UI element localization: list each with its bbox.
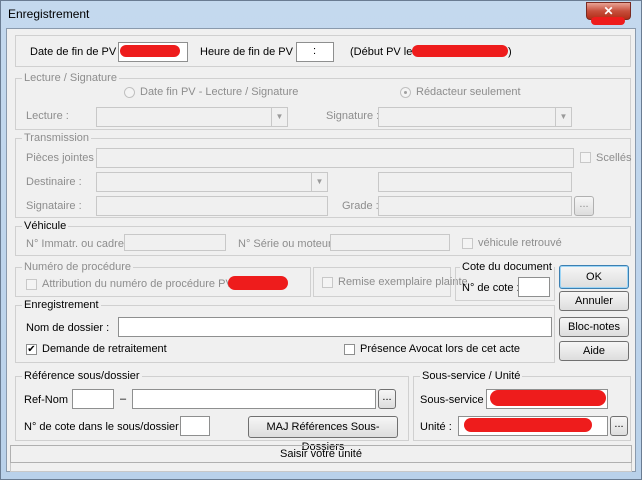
serie-moteur-field[interactable] [330,234,450,251]
sous-service-caption: Sous-service / Unité [420,370,523,382]
dialog-window: Enregistrement ✕ Date de fin de PV : Heu… [0,0,642,480]
attribution-checkbox[interactable] [26,279,37,290]
window-title: Enregistrement [8,7,90,21]
pieces-jointes-field[interactable] [96,148,574,168]
enregistrement-group: Enregistrement Nom de dossier : ✔ Demand… [15,299,555,363]
redaction-mark [591,17,625,25]
transmission-caption: Transmission [22,132,91,144]
ok-button[interactable]: OK [559,265,629,289]
chevron-down-icon: ▼ [271,108,287,126]
reference-group: Référence sous/dossier Ref-Nom : – ... N… [15,370,409,453]
chevron-down-icon: ▼ [311,173,327,191]
signataire-field[interactable] [96,196,328,216]
avocat-checkbox[interactable] [344,344,355,355]
lecture-combo[interactable]: ▼ [96,107,288,127]
procedure-caption: Numéro de procédure [22,261,134,273]
radio-date-fin-pv-label: Date fin PV - Lecture / Signature [140,86,299,98]
radio-redacteur-label: Rédacteur seulement [416,86,521,98]
retraitement-label: Demande de retraitement [42,343,167,355]
destinaire-label: Destinaire : [26,176,82,188]
radio-redacteur[interactable] [400,87,411,98]
ref-nom-field[interactable] [72,389,114,409]
vehicule-retrouve-checkbox[interactable] [462,238,473,249]
cote-document-caption: Cote du document [460,261,554,273]
vehicule-caption: Véhicule [22,220,69,232]
unite-label: Unité : [420,421,452,433]
ref-dash: – [120,393,127,405]
date-fin-pv-label: Date de fin de PV : [30,46,123,58]
vehicule-retrouve-label: véhicule retrouvé [478,237,562,249]
destinaire-combo[interactable]: ▼ [96,172,328,192]
pieces-jointes-label: Pièces jointes : [26,152,100,164]
lecture-label: Lecture : [26,110,69,122]
nom-dossier-field[interactable] [118,317,552,337]
grade-label: Grade : [342,200,379,212]
immatriculation-field[interactable] [124,234,226,251]
scelles-label: Scellés [596,152,632,164]
close-icon: ✕ [603,4,614,18]
retraitement-checkbox[interactable]: ✔ [26,344,37,355]
avocat-label: Présence Avocat lors de cet acte [360,343,520,355]
remise-exemplaire-label: Remise exemplaire plainte [338,276,468,288]
maj-references-button[interactable]: MAJ Références Sous-Dossiers [248,416,398,453]
scelles-checkbox[interactable] [580,152,591,163]
lecture-signature-group: Lecture / Signature Date fin PV - Lectur… [15,72,631,130]
cote-document-group: Cote du document N° de cote : [455,261,555,301]
title-bar: Enregistrement ✕ [1,1,641,27]
enregistrement-caption: Enregistrement [22,299,101,311]
sous-service-group: Sous-service / Unité Sous-service : Unit… [413,370,631,441]
cote-sous-dossier-label: N° de cote dans le sous/dossier : [24,421,185,433]
ref-nom-label: Ref-Nom : [24,394,75,406]
redaction-mark [412,45,508,57]
procedure-group: Numéro de procédure Attribution du numér… [15,261,311,297]
cote-label: N° de cote : [462,282,520,294]
vehicule-group: Véhicule N° Immatr. ou cadre : N° Série … [15,220,631,256]
status-bar-secondary [10,463,632,472]
heure-fin-pv-label: Heure de fin de PV : [200,46,300,58]
remise-exemplaire-checkbox[interactable] [322,277,333,288]
debut-pv-close: ) [508,46,512,58]
unite-browse-button[interactable]: ... [610,416,628,436]
status-bar: Saisir votre unité [10,445,632,463]
aide-button[interactable]: Aide [559,341,629,361]
debut-pv-label: (Début PV le : [350,46,419,58]
destinaire-detail-field[interactable] [378,172,572,192]
redaction-mark [464,418,592,432]
signature-combo[interactable]: ▼ [378,107,572,127]
ref-browse-button[interactable]: ... [378,389,396,409]
immatriculation-label: N° Immatr. ou cadre : [26,238,131,250]
nom-dossier-label: Nom de dossier : [26,322,110,334]
chevron-down-icon: ▼ [555,108,571,126]
grade-field[interactable] [378,196,572,216]
cote-field[interactable] [518,277,550,297]
cote-sous-dossier-field[interactable] [180,416,210,436]
serie-moteur-label: N° Série ou moteur : [238,238,338,250]
signature-label: Signature : [326,110,380,122]
redaction-mark [490,390,606,406]
redaction-mark [228,276,288,290]
grade-browse-button[interactable]: ... [574,196,594,216]
redaction-mark [120,45,180,57]
sous-service-label: Sous-service : [420,394,490,406]
attribution-label: Attribution du numéro de procédure PV n° [42,278,247,290]
bloc-notes-button[interactable]: Bloc-notes [559,317,629,337]
remise-group: Remise exemplaire plainte [313,267,468,297]
heure-separator: : [313,45,317,57]
heure-fin-pv-field[interactable]: : [296,42,334,62]
signataire-label: Signataire : [26,200,82,212]
annuler-button[interactable]: Annuler [559,291,629,311]
dialog-client-area: Date de fin de PV : Heure de fin de PV :… [6,28,636,472]
checkmark-icon: ✔ [27,344,36,355]
reference-caption: Référence sous/dossier [22,370,142,382]
lecture-signature-caption: Lecture / Signature [22,72,119,84]
ref-detail-field[interactable] [132,389,376,409]
radio-date-fin-pv[interactable] [124,87,135,98]
transmission-group: Transmission Pièces jointes : Scellés De… [15,132,632,218]
pv-date-group: Date de fin de PV : Heure de fin de PV :… [15,35,631,67]
